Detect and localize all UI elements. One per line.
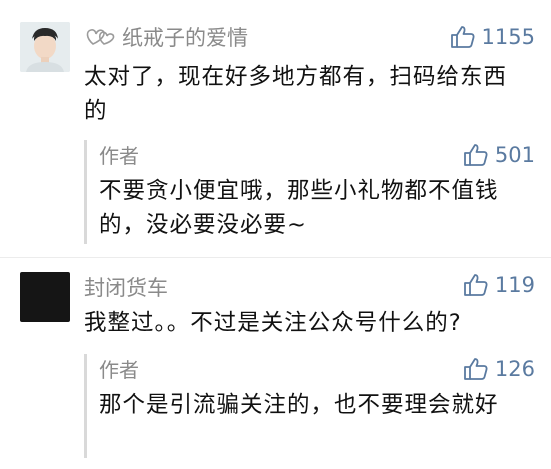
- avatar[interactable]: [20, 272, 70, 322]
- comment-divider: [0, 257, 551, 258]
- username[interactable]: 封闭货车: [84, 272, 168, 302]
- thumbs-up-icon: [450, 26, 475, 48]
- thumbs-up-icon: [464, 274, 488, 296]
- comment-item: 封闭货车 119 我整过。。不过是关注公众号什么的? 作者 126 那个是引流骗…: [0, 262, 551, 469]
- avatar-portrait-icon: [20, 22, 70, 72]
- reply-author[interactable]: 作者: [99, 140, 139, 169]
- comment-item: 纸戒子的爱情 1155 太对了，现在好多地方都有，扫码给东西的 作者 501 不…: [0, 0, 551, 250]
- reply-like-count: 126: [494, 357, 535, 381]
- like-button[interactable]: 1155: [450, 22, 535, 52]
- author-reply: 作者 126 那个是引流骗关注的，也不要理会就好: [84, 354, 537, 458]
- avatar[interactable]: [20, 22, 70, 72]
- reply-like-count: 501: [494, 143, 535, 167]
- reply-text: 不要贪小便宜哦，那些小礼物都不值钱的，没必要没必要~: [99, 178, 499, 238]
- author-reply: 作者 501 不要贪小便宜哦，那些小礼物都不值钱的，没必要没必要~: [84, 140, 537, 244]
- thumbs-up-icon: [464, 358, 488, 380]
- reply-like-button[interactable]: 501: [463, 140, 535, 170]
- like-button[interactable]: 119: [463, 270, 535, 300]
- reply-like-button[interactable]: 126: [463, 354, 535, 384]
- like-count: 119: [494, 273, 535, 297]
- comment-text: 太对了，现在好多地方都有，扫码给东西的: [84, 64, 508, 124]
- reply-author[interactable]: 作者: [99, 354, 139, 383]
- reply-text: 那个是引流骗关注的，也不要理会就好: [99, 392, 499, 418]
- like-count: 1155: [481, 25, 535, 49]
- username-text: 纸戒子的爱情: [122, 26, 248, 50]
- comment-text: 我整过。。不过是关注公众号什么的?: [84, 310, 462, 336]
- username[interactable]: 纸戒子的爱情: [84, 22, 248, 52]
- thumbs-up-icon: [464, 144, 488, 166]
- heart-doodle-icon: [86, 29, 115, 45]
